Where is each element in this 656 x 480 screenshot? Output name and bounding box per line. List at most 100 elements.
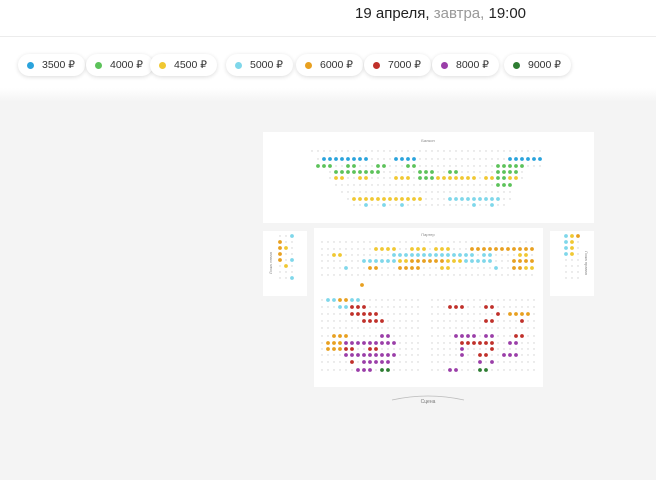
- seat-available[interactable]: [380, 368, 384, 372]
- seat-available[interactable]: [466, 176, 470, 180]
- seat-available[interactable]: [386, 247, 390, 251]
- seat-available[interactable]: [368, 353, 372, 357]
- seat-available[interactable]: [508, 157, 512, 161]
- seat-available[interactable]: [478, 341, 482, 345]
- price-filter-chip[interactable]: 5000 ₽: [226, 54, 293, 76]
- seat-available[interactable]: [496, 312, 500, 316]
- seat-available[interactable]: [290, 276, 294, 280]
- seat-available[interactable]: [376, 164, 380, 168]
- seat-available[interactable]: [338, 334, 342, 338]
- seat-available[interactable]: [380, 360, 384, 364]
- seat-available[interactable]: [532, 157, 536, 161]
- seat-available[interactable]: [490, 334, 494, 338]
- seat-available[interactable]: [496, 176, 500, 180]
- seat-available[interactable]: [368, 347, 372, 351]
- seat-available[interactable]: [362, 305, 366, 309]
- seat-available[interactable]: [460, 197, 464, 201]
- seat-available[interactable]: [392, 353, 396, 357]
- seat-available[interactable]: [334, 176, 338, 180]
- seat-available[interactable]: [380, 353, 384, 357]
- seat-available[interactable]: [424, 176, 428, 180]
- seat-available[interactable]: [344, 347, 348, 351]
- seat-available[interactable]: [364, 203, 368, 207]
- seat-available[interactable]: [466, 341, 470, 345]
- seat-available[interactable]: [422, 253, 426, 257]
- seat-available[interactable]: [570, 246, 574, 250]
- seat-available[interactable]: [460, 305, 464, 309]
- seat-available[interactable]: [386, 368, 390, 372]
- seat-available[interactable]: [364, 170, 368, 174]
- seat-available[interactable]: [488, 259, 492, 263]
- seat-available[interactable]: [470, 247, 474, 251]
- price-filter-chip[interactable]: 9000 ₽: [504, 54, 571, 76]
- seat-available[interactable]: [352, 157, 356, 161]
- seat-available[interactable]: [380, 247, 384, 251]
- seat-available[interactable]: [460, 353, 464, 357]
- seating-map[interactable]: Балкон Ложа левая Ложа правая Партер Сце…: [0, 100, 656, 475]
- seat-available[interactable]: [524, 247, 528, 251]
- seat-available[interactable]: [374, 319, 378, 323]
- seat-available[interactable]: [410, 253, 414, 257]
- seat-available[interactable]: [446, 247, 450, 251]
- seat-available[interactable]: [358, 170, 362, 174]
- seat-available[interactable]: [538, 157, 542, 161]
- seat-available[interactable]: [392, 253, 396, 257]
- seat-available[interactable]: [326, 347, 330, 351]
- seat-available[interactable]: [508, 312, 512, 316]
- seat-available[interactable]: [386, 353, 390, 357]
- price-filter-chip[interactable]: 6000 ₽: [296, 54, 363, 76]
- seat-available[interactable]: [418, 170, 422, 174]
- seat-available[interactable]: [472, 203, 476, 207]
- seat-available[interactable]: [350, 360, 354, 364]
- seat-available[interactable]: [514, 334, 518, 338]
- seat-available[interactable]: [374, 360, 378, 364]
- seat-available[interactable]: [428, 259, 432, 263]
- seat-available[interactable]: [484, 319, 488, 323]
- seat-available[interactable]: [454, 170, 458, 174]
- seat-available[interactable]: [454, 334, 458, 338]
- seat-available[interactable]: [564, 234, 568, 238]
- price-filter-chip[interactable]: 3500 ₽: [18, 54, 85, 76]
- seat-available[interactable]: [434, 259, 438, 263]
- seat-available[interactable]: [328, 157, 332, 161]
- seat-available[interactable]: [520, 319, 524, 323]
- seat-available[interactable]: [508, 341, 512, 345]
- seat-available[interactable]: [490, 305, 494, 309]
- seat-available[interactable]: [356, 368, 360, 372]
- seat-available[interactable]: [494, 247, 498, 251]
- seat-available[interactable]: [356, 341, 360, 345]
- seat-available[interactable]: [514, 353, 518, 357]
- seat-available[interactable]: [370, 197, 374, 201]
- seat-available[interactable]: [412, 164, 416, 168]
- seat-available[interactable]: [490, 319, 494, 323]
- seat-available[interactable]: [440, 247, 444, 251]
- seat-available[interactable]: [362, 360, 366, 364]
- seat-available[interactable]: [362, 341, 366, 345]
- seat-available[interactable]: [440, 266, 444, 270]
- seat-available[interactable]: [470, 253, 474, 257]
- seat-available[interactable]: [484, 353, 488, 357]
- seat-available[interactable]: [338, 305, 342, 309]
- seat-available[interactable]: [496, 170, 500, 174]
- seat-available[interactable]: [490, 197, 494, 201]
- seat-available[interactable]: [520, 164, 524, 168]
- seat-available[interactable]: [514, 164, 518, 168]
- seat-available[interactable]: [386, 341, 390, 345]
- seat-available[interactable]: [362, 259, 366, 263]
- seat-available[interactable]: [386, 360, 390, 364]
- seat-available[interactable]: [418, 197, 422, 201]
- seat-available[interactable]: [374, 266, 378, 270]
- seat-available[interactable]: [388, 197, 392, 201]
- seat-available[interactable]: [446, 259, 450, 263]
- seat-available[interactable]: [496, 164, 500, 168]
- seat-available[interactable]: [400, 197, 404, 201]
- seat-available[interactable]: [460, 341, 464, 345]
- seat-available[interactable]: [368, 266, 372, 270]
- seat-available[interactable]: [382, 164, 386, 168]
- seat-available[interactable]: [416, 253, 420, 257]
- seat-available[interactable]: [576, 234, 580, 238]
- seat-available[interactable]: [422, 259, 426, 263]
- seat-available[interactable]: [370, 170, 374, 174]
- seat-available[interactable]: [392, 259, 396, 263]
- seat-available[interactable]: [488, 253, 492, 257]
